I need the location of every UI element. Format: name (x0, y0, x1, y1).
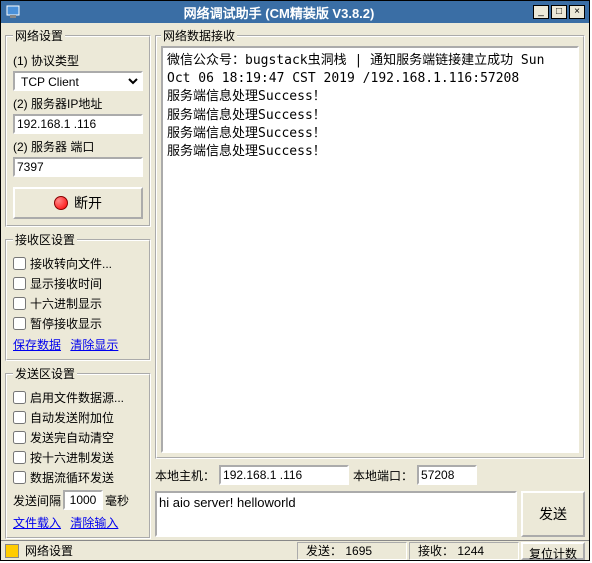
status-label: 网络设置 (25, 542, 295, 559)
local-host-label: 本地主机： (155, 467, 215, 484)
send-cb1-label: 启用文件数据源... (30, 389, 124, 406)
reset-count-button[interactable]: 复位计数 (521, 542, 585, 560)
interval-input[interactable] (63, 490, 103, 510)
minimize-button[interactable]: _ (533, 5, 549, 19)
server-ip-input[interactable] (13, 114, 143, 134)
auto-append-checkbox[interactable] (13, 411, 26, 424)
disconnect-status-icon (54, 196, 68, 210)
clear-input-link[interactable]: 清除输入 (70, 516, 118, 530)
titlebar: 网络调试助手 (CM精装版 V3.8.2) _ □ × (1, 1, 589, 23)
send-input[interactable] (155, 491, 517, 537)
send-button[interactable]: 发送 (521, 491, 585, 537)
app-icon (5, 4, 21, 20)
recv-cb4-label: 暂停接收显示 (30, 315, 102, 332)
network-settings-group: 网络设置 (1) 协议类型 TCP Client (2) 服务器IP地址 (2)… (5, 27, 151, 227)
send-settings-legend: 发送区设置 (13, 365, 77, 382)
server-ip-label: (2) 服务器IP地址 (13, 95, 143, 112)
recv-cb1-label: 接收转向文件... (30, 255, 112, 272)
window-title: 网络调试助手 (CM精装版 V3.8.2) (25, 3, 533, 22)
local-port-label: 本地端口： (353, 467, 413, 484)
disconnect-button[interactable]: 断开 (13, 187, 143, 219)
disconnect-label: 断开 (74, 193, 102, 213)
server-port-label: (2) 服务器 端口 (13, 138, 143, 155)
file-load-link[interactable]: 文件载入 (13, 516, 61, 530)
auto-clear-checkbox[interactable] (13, 431, 26, 444)
statusbar-icon (5, 544, 19, 558)
interval-label: 发送间隔 (13, 492, 61, 509)
recv-settings-legend: 接收区设置 (13, 231, 77, 248)
show-recv-time-checkbox[interactable] (13, 277, 26, 290)
hex-display-checkbox[interactable] (13, 297, 26, 310)
file-source-checkbox[interactable] (13, 391, 26, 404)
send-cb5-label: 数据流循环发送 (30, 469, 114, 486)
save-data-link[interactable]: 保存数据 (13, 338, 61, 352)
recv-cb3-label: 十六进制显示 (30, 295, 102, 312)
statusbar: 网络设置 发送： 1695 接收： 1244 复位计数 (1, 540, 589, 560)
recv-settings-group: 接收区设置 接收转向文件... 显示接收时间 十六进制显示 暂停接收显示 保存数… (5, 231, 151, 361)
recv-data-legend: 网络数据接收 (161, 27, 237, 44)
recv-cb2-label: 显示接收时间 (30, 275, 102, 292)
app-window: 网络调试助手 (CM精装版 V3.8.2) _ □ × 网络设置 (1) 协议类… (0, 0, 590, 561)
close-button[interactable]: × (569, 5, 585, 19)
protocol-select[interactable]: TCP Client (13, 71, 143, 91)
host-info-row: 本地主机： 本地端口： (155, 463, 585, 487)
maximize-button[interactable]: □ (551, 5, 567, 19)
local-port-input[interactable] (417, 465, 477, 485)
recv-textarea[interactable]: 微信公众号：bugstack虫洞栈 | 通知服务端链接建立成功 Sun Oct … (161, 46, 579, 453)
send-cb3-label: 发送完自动清空 (30, 429, 114, 446)
recv-to-file-checkbox[interactable] (13, 257, 26, 270)
hex-send-checkbox[interactable] (13, 451, 26, 464)
recv-count-cell: 接收： 1244 (409, 542, 519, 560)
pause-recv-checkbox[interactable] (13, 317, 26, 330)
local-host-input[interactable] (219, 465, 349, 485)
send-cb2-label: 自动发送附加位 (30, 409, 114, 426)
interval-unit: 毫秒 (105, 492, 129, 509)
send-settings-group: 发送区设置 启用文件数据源... 自动发送附加位 发送完自动清空 按十六进制发送… (5, 365, 151, 539)
recv-data-group: 网络数据接收 微信公众号：bugstack虫洞栈 | 通知服务端链接建立成功 S… (155, 27, 585, 459)
protocol-label: (1) 协议类型 (13, 52, 143, 69)
clear-display-link[interactable]: 清除显示 (70, 338, 118, 352)
network-settings-legend: 网络设置 (13, 27, 65, 44)
send-count-cell: 发送： 1695 (297, 542, 407, 560)
send-cb4-label: 按十六进制发送 (30, 449, 114, 466)
server-port-input[interactable] (13, 157, 143, 177)
loop-send-checkbox[interactable] (13, 471, 26, 484)
